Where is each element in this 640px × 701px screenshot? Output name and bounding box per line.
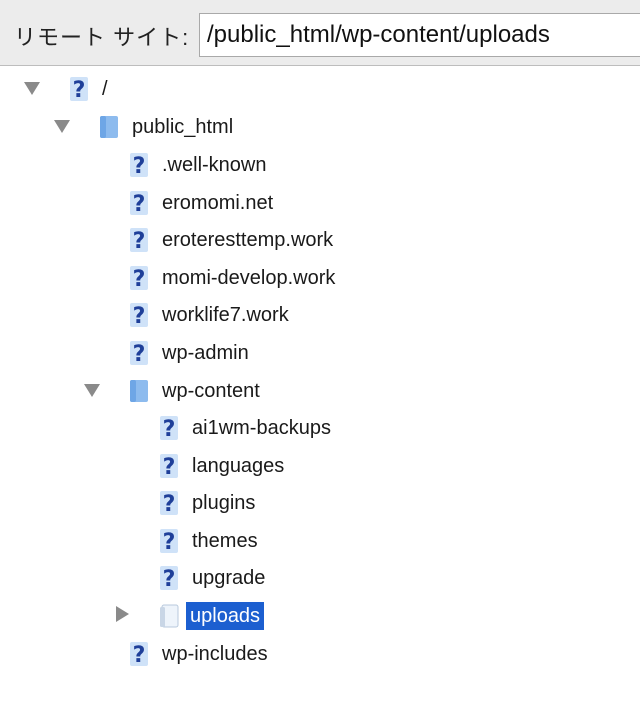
disclosure-collapsed-icon[interactable] <box>114 605 132 623</box>
remote-directory-tree: ? / public_html ? .well-known ? eromomi.… <box>0 66 640 701</box>
disclosure-expanded-icon[interactable] <box>23 80 41 98</box>
unknown-folder-icon: ? <box>128 152 150 178</box>
svg-text:?: ? <box>133 267 146 291</box>
svg-text:?: ? <box>163 530 176 554</box>
unknown-folder-icon: ? <box>158 528 180 554</box>
svg-text:?: ? <box>133 192 146 216</box>
svg-text:?: ? <box>133 342 146 366</box>
tree-label-eroteresttemp: eroteresttemp.work <box>162 229 334 251</box>
svg-text:?: ? <box>163 455 176 479</box>
tree-label-public-html: public_html <box>132 116 234 138</box>
tree-label-plugins: plugins <box>192 492 256 514</box>
remote-site-bar: リモート サイト: <box>0 0 640 66</box>
remote-path-input[interactable] <box>199 13 640 57</box>
svg-text:?: ? <box>133 643 146 667</box>
unknown-folder-icon: ? <box>128 190 150 216</box>
folder-icon <box>128 378 150 404</box>
tree-label-wp-includes: wp-includes <box>162 643 268 665</box>
tree-label-upgrade: upgrade <box>192 567 266 589</box>
unknown-folder-icon: ? <box>128 302 150 328</box>
svg-text:?: ? <box>163 417 176 441</box>
disclosure-expanded-icon[interactable] <box>83 382 101 400</box>
unknown-folder-icon: ? <box>158 453 180 479</box>
svg-text:?: ? <box>163 492 176 516</box>
svg-text:?: ? <box>133 154 146 178</box>
unknown-folder-icon: ? <box>158 490 180 516</box>
svg-text:?: ? <box>73 78 86 102</box>
svg-text:?: ? <box>133 304 146 328</box>
unknown-folder-icon: ? <box>128 265 150 291</box>
folder-icon <box>98 114 120 140</box>
svg-text:?: ? <box>163 567 176 591</box>
tree-label-eromomi: eromomi.net <box>162 192 274 214</box>
tree-label-wp-admin: wp-admin <box>162 342 249 364</box>
tree-label-well-known: .well-known <box>162 154 267 176</box>
disclosure-expanded-icon[interactable] <box>53 118 71 136</box>
tree-label-uploads: uploads <box>186 602 265 630</box>
tree-label-themes: themes <box>192 530 258 552</box>
open-folder-icon <box>158 603 180 629</box>
tree-label-root: / <box>102 78 108 100</box>
unknown-folder-icon: ? <box>158 415 180 441</box>
unknown-folder-icon: ? <box>158 565 180 591</box>
unknown-folder-icon: ? <box>128 340 150 366</box>
remote-site-label: リモート サイト: <box>14 25 190 50</box>
unknown-folder-icon: ? <box>128 227 150 253</box>
tree-label-momi-develop: momi-develop.work <box>162 267 336 289</box>
tree-label-languages: languages <box>192 455 285 477</box>
tree-label-ai1wm-backups: ai1wm-backups <box>192 417 331 439</box>
unknown-folder-icon: ? <box>128 641 150 667</box>
unknown-folder-icon: ? <box>68 76 90 102</box>
tree-label-worklife7: worklife7.work <box>162 304 289 326</box>
svg-text:?: ? <box>133 229 146 253</box>
tree-label-wp-content: wp-content <box>162 380 260 402</box>
